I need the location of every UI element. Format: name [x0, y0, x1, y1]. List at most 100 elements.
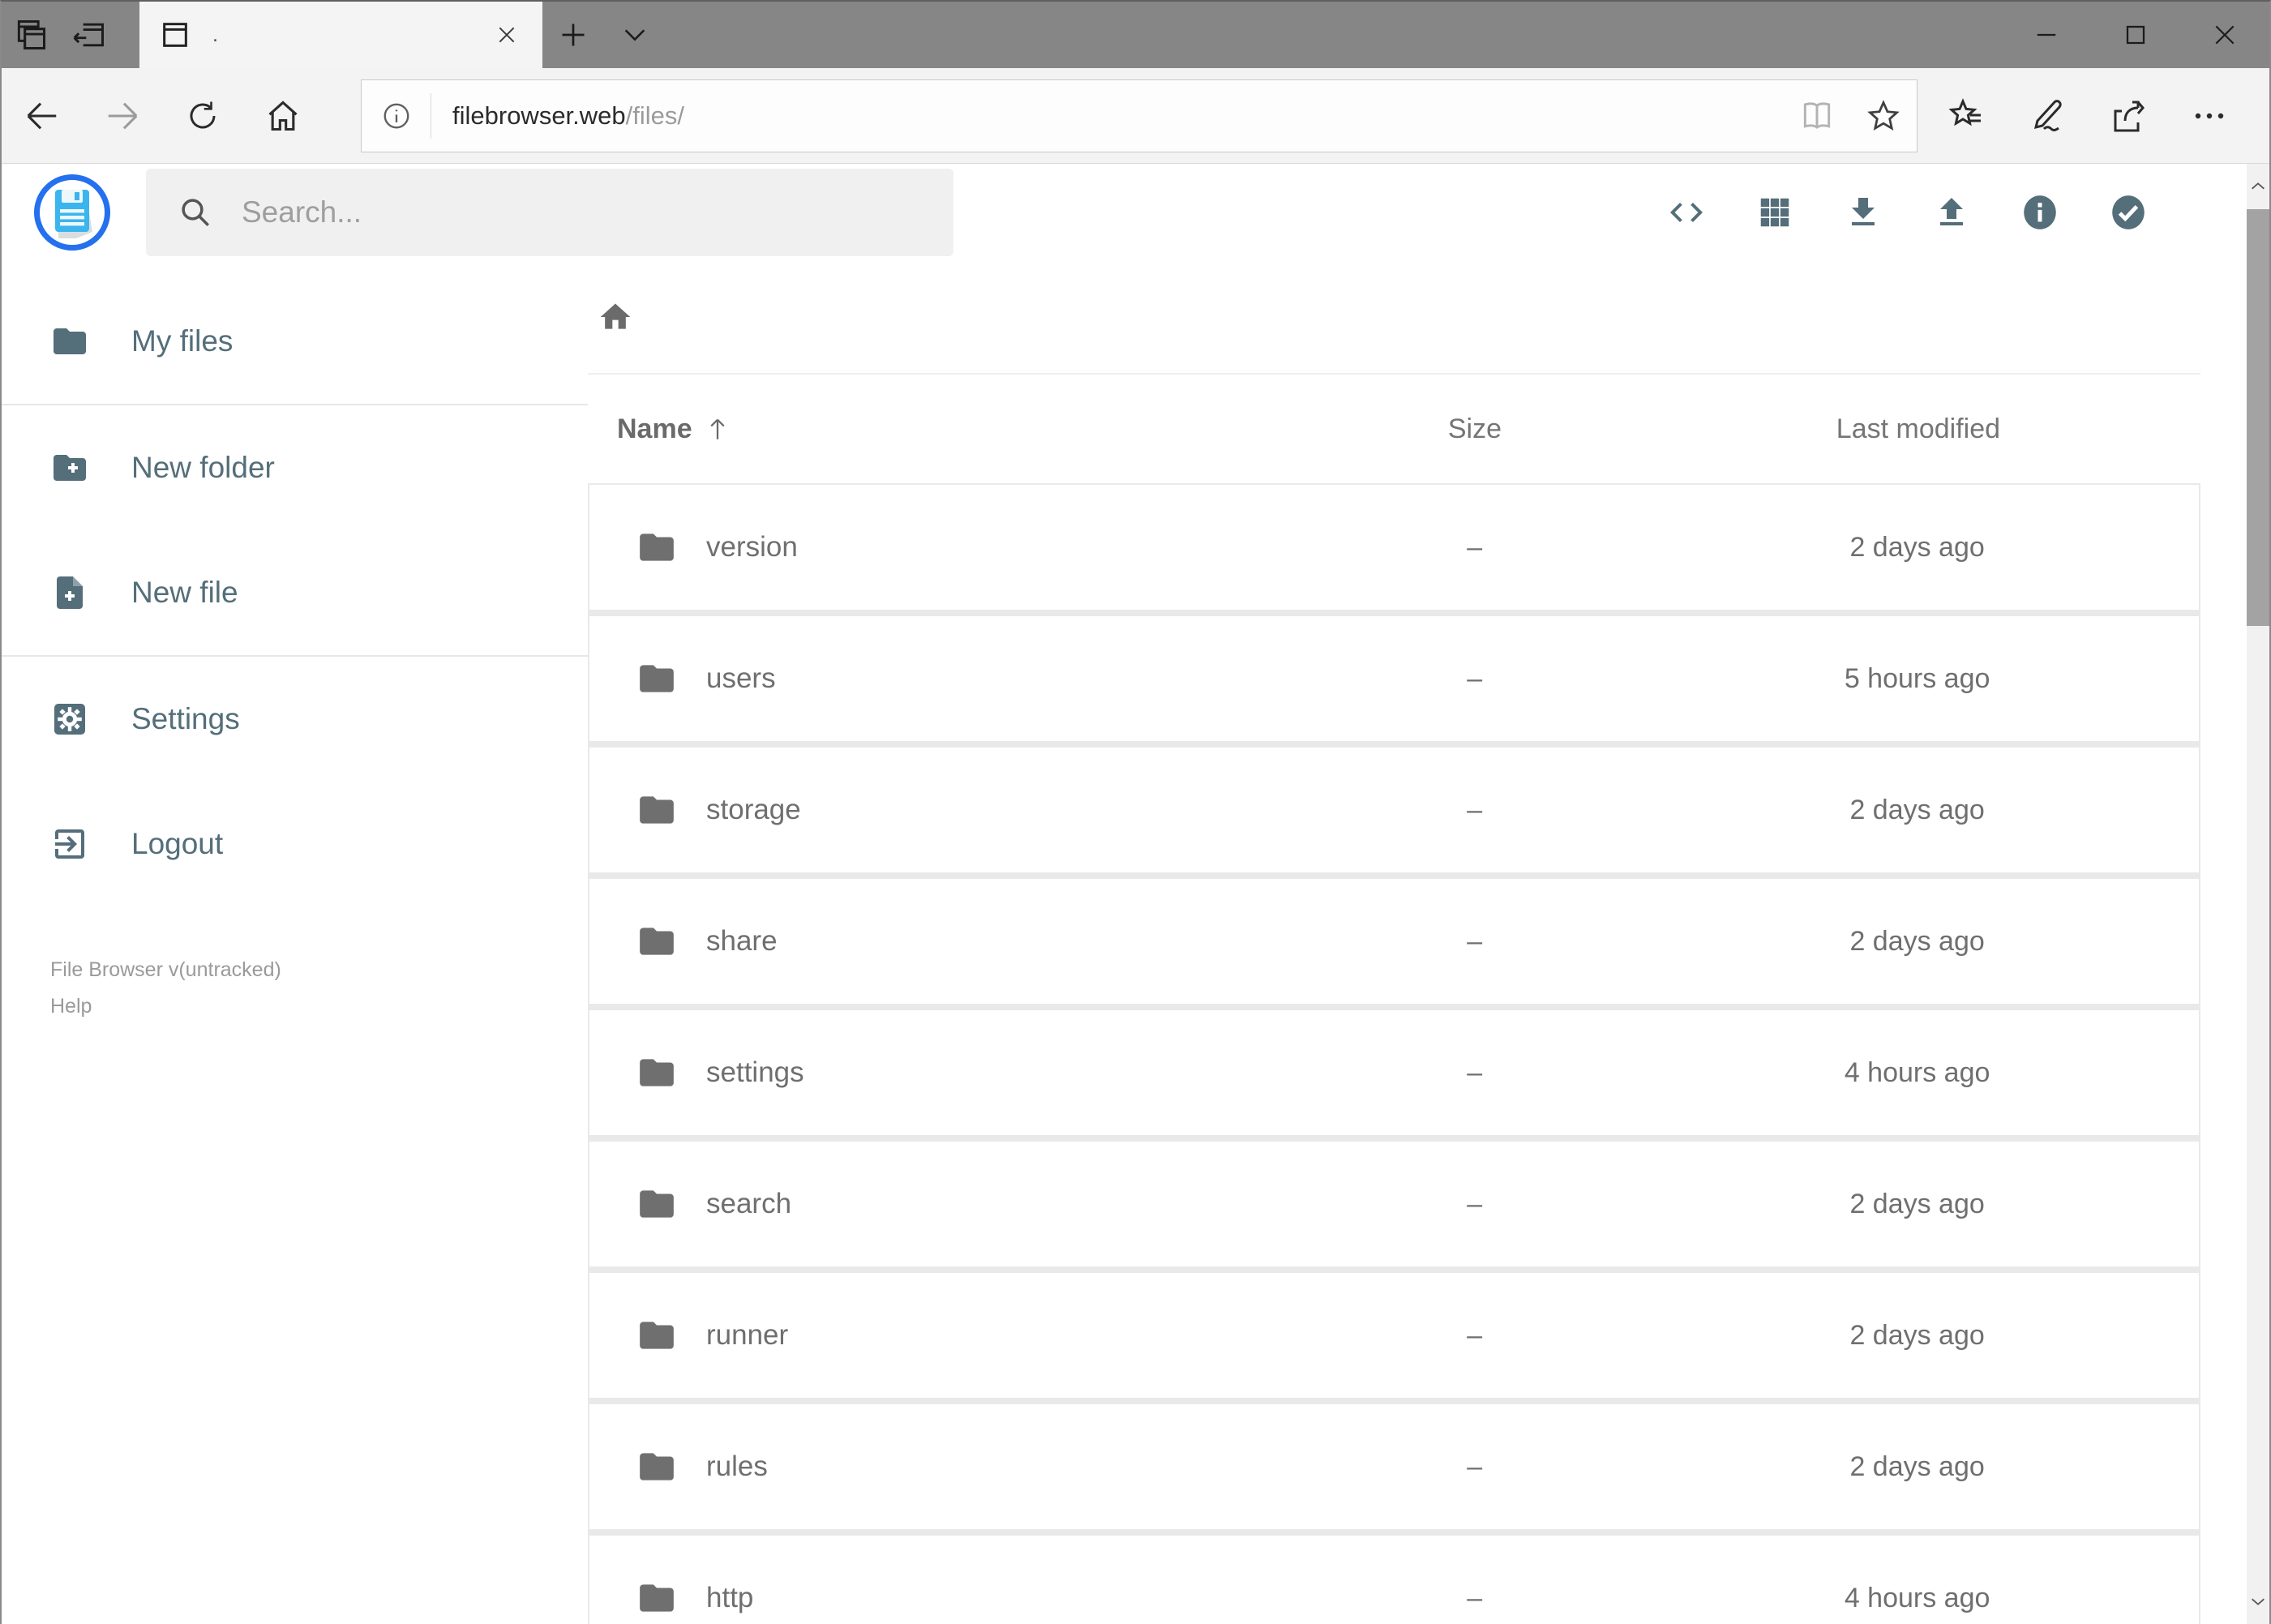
file-modified: 2 days ago [1849, 1188, 1985, 1219]
window-controls [2002, 2, 2269, 68]
file-modified: 2 days ago [1849, 1450, 1985, 1482]
download-icon[interactable] [1819, 169, 1907, 257]
column-header-name[interactable]: Name [588, 413, 1313, 445]
file-name: search [706, 1188, 792, 1219]
file-row[interactable]: settings – 4 hours ago [589, 1010, 2199, 1135]
url-text[interactable]: filebrowser.web/files/ [431, 101, 1784, 131]
toolbar-right [1926, 75, 2250, 156]
sidebar-item-logout[interactable]: Logout [2, 782, 588, 906]
file-size: – [1467, 531, 1483, 563]
hub-favorites-icon[interactable] [1926, 75, 2007, 156]
breadcrumb [588, 261, 2200, 375]
folder-plus-icon [50, 448, 89, 487]
tab-list-icon[interactable] [604, 2, 666, 68]
close-window-icon[interactable] [2180, 2, 2269, 68]
file-row[interactable]: version – 2 days ago [589, 485, 2199, 610]
file-size: – [1467, 1319, 1483, 1351]
file-size: – [1467, 1582, 1483, 1613]
scroll-up-icon[interactable] [2247, 164, 2269, 209]
sidebar-item-my-files[interactable]: My files [2, 279, 588, 404]
url-host: filebrowser.web [452, 101, 626, 130]
file-size: – [1467, 1188, 1483, 1219]
breadcrumb-home-icon[interactable] [598, 299, 633, 335]
tab-preview-icon[interactable] [2, 2, 60, 68]
sidebar-item-label: Settings [131, 702, 240, 735]
file-row[interactable]: http – 4 hours ago [589, 1536, 2199, 1624]
tab-title: . [212, 23, 218, 46]
folder-icon [636, 790, 677, 830]
file-name: rules [706, 1450, 768, 1482]
sort-ascending-icon [704, 415, 731, 443]
sidebar-item-label: New file [131, 576, 238, 609]
file-modified: 2 days ago [1849, 531, 1985, 563]
search-input[interactable]: Search... [146, 169, 953, 256]
file-row[interactable]: users – 5 hours ago [589, 616, 2199, 741]
file-size: – [1467, 794, 1483, 825]
sidebar-footer: File Browser v(untracked) Help [2, 958, 588, 1018]
folder-icon [636, 921, 677, 962]
address-bar[interactable]: filebrowser.web/files/ [361, 79, 1917, 152]
folder-icon [636, 1446, 677, 1487]
file-size: – [1467, 662, 1483, 694]
tab-close-icon[interactable] [487, 15, 526, 54]
new-tab-icon[interactable] [542, 2, 604, 68]
refresh-icon[interactable] [162, 68, 242, 163]
minimize-icon[interactable] [2002, 2, 2091, 68]
page-scrollbar[interactable] [2247, 164, 2269, 1624]
check-circle-icon[interactable] [2084, 169, 2172, 257]
file-modified: 4 hours ago [1844, 1056, 1990, 1088]
folder-icon [636, 1315, 677, 1356]
scrollbar-thumb[interactable] [2247, 209, 2269, 626]
info-circle-icon[interactable] [1995, 169, 2084, 257]
sidebar-item-new-file[interactable]: New file [2, 530, 588, 655]
file-row[interactable]: share – 2 days ago [589, 879, 2199, 1004]
grid-view-icon[interactable] [1730, 169, 1819, 257]
url-path: /files/ [625, 101, 685, 130]
main-content: Name Size Last modified version – 2 days a… [588, 261, 2269, 1624]
search-placeholder: Search... [242, 195, 362, 229]
help-link[interactable]: Help [50, 995, 92, 1018]
back-icon[interactable] [2, 68, 82, 163]
column-header-modified[interactable]: Last modified [1636, 413, 2200, 445]
file-row[interactable]: rules – 2 days ago [589, 1404, 2199, 1529]
folder-icon [50, 322, 89, 361]
annotate-pen-icon[interactable] [2007, 75, 2088, 156]
settings-gear-icon [50, 700, 89, 739]
share-icon[interactable] [2088, 75, 2169, 156]
header-actions [1642, 164, 2172, 261]
folder-icon [636, 1052, 677, 1093]
file-size: – [1467, 925, 1483, 957]
sidebar-item-new-folder[interactable]: New folder [2, 405, 588, 530]
maximize-icon[interactable] [2091, 2, 2180, 68]
site-info-icon[interactable] [362, 92, 431, 139]
browser-home-icon[interactable] [242, 68, 323, 163]
sidebar: My files New folder New file Settings Lo… [2, 261, 588, 1624]
code-raw-icon[interactable] [1642, 169, 1730, 257]
browser-tab[interactable]: . [139, 2, 542, 68]
app-header: Search... [2, 164, 2269, 261]
file-name: users [706, 662, 776, 694]
column-header-size[interactable]: Size [1313, 413, 1636, 445]
more-ellipsis-icon[interactable] [2169, 75, 2250, 156]
set-tabs-aside-icon[interactable] [60, 2, 118, 68]
reading-view-icon[interactable] [1784, 98, 1850, 134]
search-icon [178, 195, 212, 229]
file-row[interactable]: runner – 2 days ago [589, 1273, 2199, 1398]
list-header: Name Size Last modified [588, 375, 2200, 483]
file-size: – [1467, 1450, 1483, 1482]
file-browser-logo [34, 174, 110, 251]
page-icon [159, 19, 191, 51]
sidebar-item-label: My files [131, 324, 234, 358]
file-modified: 2 days ago [1849, 925, 1985, 957]
file-modified: 2 days ago [1849, 1319, 1985, 1351]
file-row[interactable]: storage – 2 days ago [589, 748, 2199, 872]
file-name: storage [706, 794, 801, 825]
upload-icon[interactable] [1907, 169, 1995, 257]
scroll-down-icon[interactable] [2247, 1579, 2269, 1624]
file-row[interactable]: search – 2 days ago [589, 1142, 2199, 1266]
forward-icon[interactable] [82, 68, 162, 163]
sidebar-item-settings[interactable]: Settings [2, 657, 588, 782]
favorite-star-icon[interactable] [1850, 98, 1917, 134]
browser-toolbar: filebrowser.web/files/ [2, 68, 2269, 164]
folder-icon [636, 658, 677, 699]
